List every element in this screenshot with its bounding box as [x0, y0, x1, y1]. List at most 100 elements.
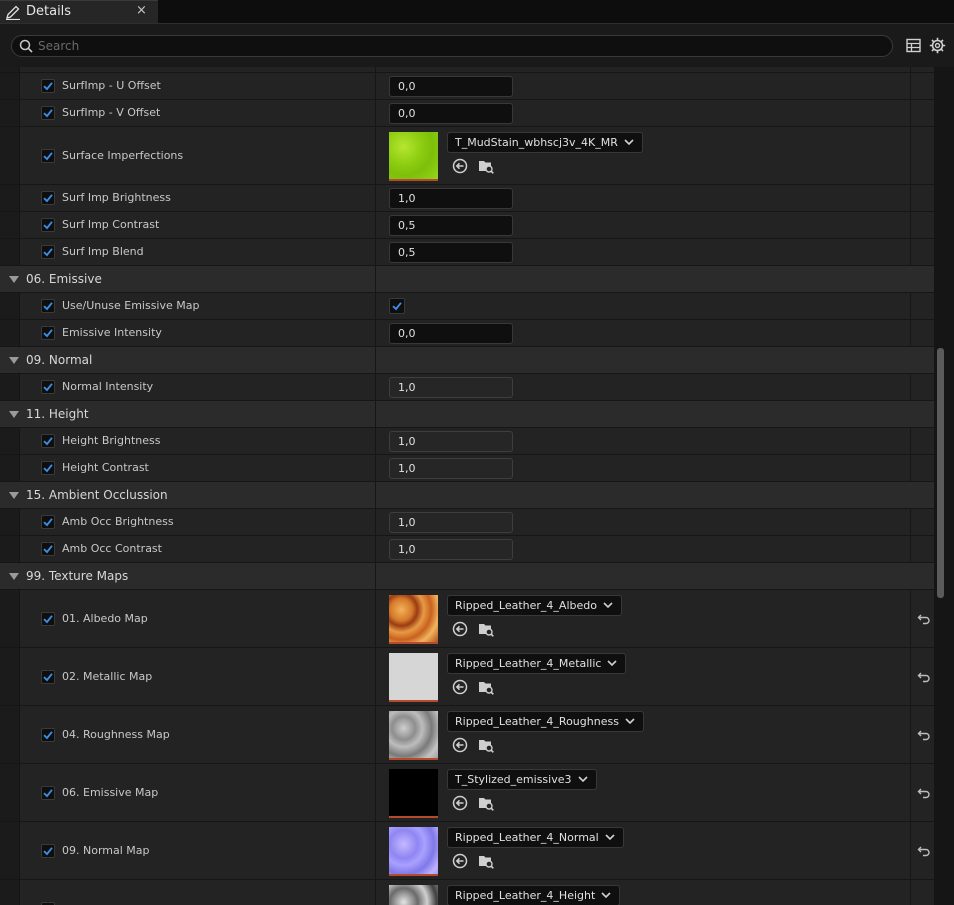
property-row-normal-intensity: Normal Intensity 1,0 [0, 374, 934, 401]
override-checkbox[interactable] [41, 380, 55, 394]
expand-arrow-icon[interactable] [9, 492, 19, 500]
texture-dropdown[interactable]: Ripped_Leather_4_Albedo [447, 595, 622, 616]
override-checkbox[interactable] [41, 542, 55, 556]
search-row [0, 24, 954, 67]
expand-arrow-icon[interactable] [9, 573, 19, 581]
texture-dropdown[interactable]: Ripped_Leather_4_Roughness [447, 711, 644, 732]
expand-arrow-icon[interactable] [9, 411, 19, 419]
use-emissive-map-checkbox[interactable] [389, 298, 405, 314]
property-row-amb-occ-brightness: Amb Occ Brightness 1,0 [0, 509, 934, 536]
override-checkbox[interactable] [41, 434, 55, 448]
browse-asset-icon[interactable] [478, 679, 494, 695]
override-checkbox[interactable] [41, 786, 55, 800]
expand-arrow-icon[interactable] [9, 357, 19, 365]
property-row-normal-map: 09. Normal Map Ripped_Leather_4_Normal [0, 822, 934, 880]
tab-bar: Details × [0, 0, 954, 23]
close-icon[interactable]: × [136, 3, 147, 18]
expand-arrow-icon[interactable] [9, 276, 19, 284]
browse-asset-icon[interactable] [478, 853, 494, 869]
override-checkbox[interactable] [41, 218, 55, 232]
texture-thumbnail[interactable] [389, 595, 438, 644]
use-selected-asset-icon[interactable] [452, 853, 468, 869]
override-checkbox[interactable] [41, 844, 55, 858]
pencil-icon [6, 5, 20, 20]
use-selected-asset-icon[interactable] [452, 679, 468, 695]
value-field[interactable]: 0,5 [389, 242, 513, 263]
texture-thumbnail[interactable] [389, 711, 438, 760]
override-checkbox[interactable] [41, 728, 55, 742]
property-row-albedo-map: 01. Albedo Map Ripped_Leather_4_Albedo [0, 590, 934, 648]
reset-to-default-icon[interactable] [917, 787, 931, 799]
value-field[interactable]: 1,0 [389, 431, 513, 452]
use-selected-asset-icon[interactable] [452, 158, 468, 174]
texture-thumbnail[interactable] [389, 769, 438, 818]
gear-icon[interactable] [929, 37, 946, 54]
reset-to-default-icon[interactable] [917, 845, 931, 857]
reset-to-default-icon[interactable] [917, 729, 931, 741]
browse-asset-icon[interactable] [478, 737, 494, 753]
category-label: 09. Normal [26, 353, 93, 367]
value-field[interactable]: 0,5 [389, 215, 513, 236]
property-row-surfimp-u-offset: SurfImp - U Offset 0,0 [0, 73, 934, 100]
category-texture-maps[interactable]: 99. Texture Maps [0, 563, 934, 590]
value-field[interactable]: 0,0 [389, 103, 513, 124]
tab-details[interactable]: Details × [0, 0, 158, 23]
texture-dropdown[interactable]: Ripped_Leather_4_Normal [447, 827, 624, 848]
override-checkbox[interactable] [41, 670, 55, 684]
override-checkbox[interactable] [41, 515, 55, 529]
override-checkbox[interactable] [41, 106, 55, 120]
reset-to-default-icon[interactable] [917, 613, 931, 625]
texture-thumbnail[interactable] [389, 827, 438, 876]
override-checkbox[interactable] [41, 191, 55, 205]
property-label: Surf Imp Blend [62, 245, 144, 258]
category-ambient-occlusion[interactable]: 15. Ambient Occlussion [0, 482, 934, 509]
override-checkbox[interactable] [41, 149, 55, 163]
override-checkbox[interactable] [41, 461, 55, 475]
category-emissive[interactable]: 06. Emissive [0, 266, 934, 293]
browse-asset-icon[interactable] [478, 621, 494, 637]
use-selected-asset-icon[interactable] [452, 737, 468, 753]
search-input[interactable] [38, 37, 878, 55]
texture-dropdown[interactable]: T_Stylized_emissive3 [447, 769, 597, 790]
value-field[interactable]: 0,0 [389, 76, 513, 97]
texture-thumbnail[interactable] [389, 653, 438, 702]
override-checkbox[interactable] [41, 326, 55, 340]
property-label: 02. Metallic Map [62, 670, 153, 683]
property-row-surfimp-v-offset: SurfImp - V Offset 0,0 [0, 100, 934, 127]
use-selected-asset-icon[interactable] [452, 795, 468, 811]
category-height[interactable]: 11. Height [0, 401, 934, 428]
override-checkbox[interactable] [41, 612, 55, 626]
texture-name: T_MudStain_wbhscj3v_4K_MR [455, 136, 618, 149]
tab-title: Details [26, 4, 72, 19]
override-checkbox[interactable] [41, 245, 55, 259]
category-label: 99. Texture Maps [26, 569, 129, 583]
property-label: Amb Occ Brightness [62, 515, 174, 528]
texture-thumbnail[interactable] [389, 132, 438, 181]
reset-to-default-icon[interactable] [917, 671, 931, 683]
override-checkbox[interactable] [41, 79, 55, 93]
property-row-emissive-map: 06. Emissive Map T_Stylized_emissive3 [0, 764, 934, 822]
texture-dropdown[interactable]: Ripped_Leather_4_Metallic [447, 653, 627, 674]
scrollbar-thumb[interactable] [937, 348, 944, 598]
chevron-down-icon [603, 602, 613, 609]
property-row-emissive-intensity: Emissive Intensity 0,0 [0, 320, 934, 347]
chevron-down-icon [624, 139, 634, 146]
search-icon [19, 39, 33, 53]
texture-dropdown[interactable]: T_MudStain_wbhscj3v_4K_MR [447, 132, 643, 153]
use-selected-asset-icon[interactable] [452, 621, 468, 637]
browse-asset-icon[interactable] [478, 795, 494, 811]
search-box[interactable] [11, 35, 893, 57]
value-field[interactable]: 1,0 [389, 458, 513, 479]
value-field[interactable]: 1,0 [389, 377, 513, 398]
value-field[interactable]: 1,0 [389, 512, 513, 533]
browse-asset-icon[interactable] [478, 158, 494, 174]
value-field[interactable]: 1,0 [389, 539, 513, 560]
table-view-icon[interactable] [906, 38, 921, 53]
texture-thumbnail[interactable] [389, 885, 438, 905]
override-checkbox[interactable] [41, 299, 55, 313]
category-normal[interactable]: 09. Normal [0, 347, 934, 374]
value-field[interactable]: 0,0 [389, 323, 513, 344]
value-field[interactable]: 1,0 [389, 188, 513, 209]
property-row-surf-imp-blend: Surf Imp Blend 0,5 [0, 239, 934, 266]
texture-dropdown[interactable]: Ripped_Leather_4_Height [447, 885, 621, 905]
